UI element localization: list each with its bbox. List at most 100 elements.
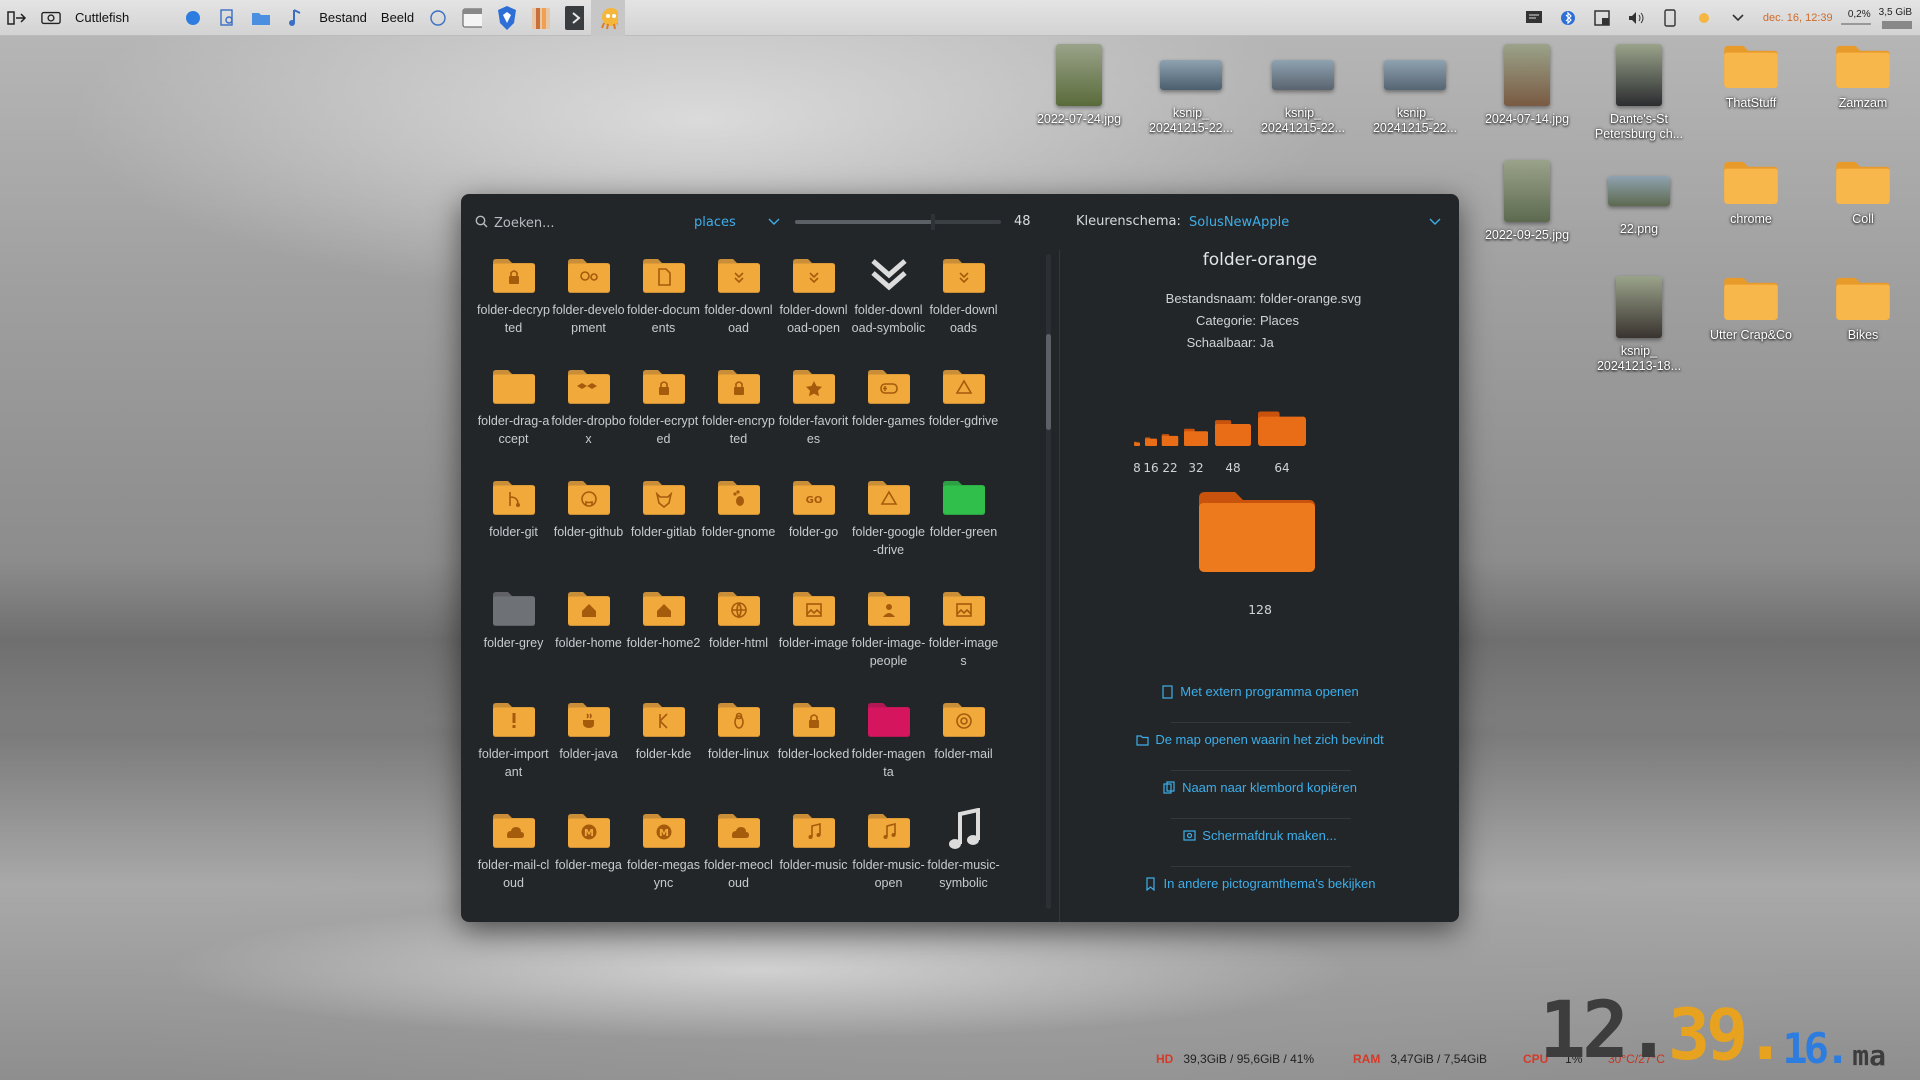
icon-grid-item[interactable]: folder-meocloud (701, 805, 776, 912)
size-slider-handle[interactable] (931, 214, 936, 230)
desktop-icon[interactable]: ksnip_ 20241215-22... (1247, 44, 1359, 136)
system-monitor-mini[interactable]: 0,2% (1840, 9, 1871, 27)
action-link[interactable]: De map openen waarin het zich bevindt (1061, 722, 1459, 747)
icon-grid-item[interactable]: folder-git (476, 472, 551, 583)
brave-launcher[interactable] (489, 0, 523, 36)
desktop-icon[interactable]: Dante's-St Petersburg ch... (1583, 44, 1695, 142)
desktop-icon[interactable]: 22.png (1583, 160, 1695, 237)
blue-dot-launcher[interactable] (176, 0, 210, 36)
action-link[interactable]: Naam naar klembord kopiëren (1061, 770, 1459, 795)
grid-scrollbar[interactable] (1046, 254, 1051, 909)
meta-key: Schaalbaar: (1186, 335, 1256, 350)
notes-icon[interactable] (1524, 8, 1544, 28)
desktop-icon[interactable]: ThatStuff (1695, 44, 1807, 111)
desktop-icon-label: Coll (1852, 212, 1874, 226)
phone-icon[interactable] (1660, 8, 1680, 28)
icon-grid-item[interactable]: folder-decrypted (476, 250, 551, 361)
action-link[interactable]: In andere pictogramthema's bekijken (1061, 866, 1459, 891)
desktop-icon[interactable]: ksnip_ 20241215-22... (1359, 44, 1471, 136)
icon-grid-item[interactable]: folder-html (701, 583, 776, 694)
icon-grid-item[interactable]: folder-kde (626, 694, 701, 805)
weather-sun-icon[interactable] (1694, 8, 1714, 28)
icon-grid-item[interactable]: M folder-megasync (626, 805, 701, 912)
icon-grid-item[interactable]: folder-gitlab (626, 472, 701, 583)
icon-grid-item[interactable]: folder-download-symbolic (851, 250, 926, 361)
icon-grid-item[interactable]: folder-download-open (776, 250, 851, 361)
icon-grid-item[interactable]: folder-downloads (926, 250, 1001, 361)
icon-grid-item[interactable]: folder-encrypted (701, 361, 776, 472)
icon-grid-item[interactable]: folder-image (776, 583, 851, 694)
desktop-icon[interactable]: chrome (1695, 160, 1807, 227)
desktop-icon[interactable]: Utter Crap&Co (1695, 276, 1807, 343)
music-launcher[interactable] (278, 0, 312, 36)
search-doc-launcher[interactable] (210, 0, 244, 36)
icon-grid-item[interactable]: folder-github (551, 472, 626, 583)
icon-grid-item[interactable]: folder-music-open (851, 805, 926, 912)
desktop-icon[interactable]: Bikes (1807, 276, 1919, 343)
desktop-icon[interactable]: 2022-07-24.jpg (1023, 44, 1135, 127)
icon-grid-item[interactable]: folder-games (851, 361, 926, 472)
file-manager-launcher[interactable] (244, 0, 278, 36)
icon-grid-item[interactable]: folder-important (476, 694, 551, 805)
menu-beeld[interactable]: Beeld (374, 0, 421, 36)
action-link[interactable]: Schermafdruk maken... (1061, 818, 1459, 843)
icon-grid-item[interactable]: folder-mail-cloud (476, 805, 551, 912)
icon-grid-item[interactable]: folder-mail (926, 694, 1001, 805)
scrollbar-thumb[interactable] (1046, 334, 1051, 430)
desktop-icon[interactable]: Coll (1807, 160, 1919, 227)
desktop-icon[interactable]: ksnip_ 20241213-18... (1583, 276, 1695, 374)
icon-grid-item[interactable]: M folder-mega (551, 805, 626, 912)
icon-grid-item[interactable]: folder-music-symbolic (926, 805, 1001, 912)
cuttlefish-launcher-active[interactable] (591, 0, 626, 36)
icon-grid-item[interactable]: folder-drag-accept (476, 361, 551, 472)
icon-grid-item[interactable]: folder-grey (476, 583, 551, 694)
terminal-launcher[interactable] (557, 0, 591, 36)
scheme-select[interactable]: SolusNewApple (1181, 208, 1447, 236)
window-launcher[interactable] (455, 0, 489, 36)
icon-grid-item[interactable]: folder-gnome (701, 472, 776, 583)
chevron-down-icon[interactable] (1728, 8, 1748, 28)
panel-toggle-button[interactable] (0, 0, 34, 36)
icon-grid-item[interactable]: folder-music (776, 805, 851, 912)
icon-label: folder-meocloud (704, 858, 773, 890)
icon-grid-item[interactable]: folder-development (551, 250, 626, 361)
icon-grid-item[interactable]: GO folder-go (776, 472, 851, 583)
icon-grid-item[interactable]: folder-documents (626, 250, 701, 361)
panel-clock[interactable]: dec. 16, 12:39 (1763, 12, 1833, 24)
bluetooth-icon[interactable] (1558, 8, 1578, 28)
icon-grid-item[interactable]: folder-linux (701, 694, 776, 805)
desktop-icon[interactable]: 2024-07-14.jpg (1471, 44, 1583, 127)
action-link[interactable]: Met extern programma openen (1061, 684, 1459, 699)
menu-bestand[interactable]: Bestand (312, 0, 374, 36)
screen-icon[interactable] (1592, 8, 1612, 28)
icon-grid-item[interactable]: folder-locked (776, 694, 851, 805)
desktop-icon[interactable]: 2022-09-25.jpg (1471, 160, 1583, 243)
desktop-icon[interactable]: Zamzam (1807, 44, 1919, 111)
icon-grid-item[interactable]: folder-google-drive (851, 472, 926, 583)
icon-grid-item[interactable]: folder-gdrive (926, 361, 1001, 472)
icon-grid-item[interactable]: folder-home2 (626, 583, 701, 694)
icon-grid-item[interactable]: folder-magenta (851, 694, 926, 805)
app-icon-button[interactable] (34, 0, 68, 36)
icon-grid-item[interactable]: folder-home (551, 583, 626, 694)
search-input[interactable]: Zoeken... (475, 212, 675, 234)
icon-grid-item[interactable]: folder-images (926, 583, 1001, 694)
icon-grid-item[interactable]: folder-ecrypted (626, 361, 701, 472)
desktop-icon-label: ksnip_ 20241213-18... (1596, 344, 1682, 373)
size-slider[interactable] (795, 214, 1001, 230)
package-launcher[interactable] (523, 0, 557, 36)
size-previews: 8 16 22 32 48 64 (1133, 411, 1306, 475)
icon-grid-item[interactable]: folder-image-people (851, 583, 926, 694)
volume-icon[interactable] (1626, 8, 1646, 28)
icon-grid-item[interactable]: folder-java (551, 694, 626, 805)
icon-grid-item[interactable]: folder-favorites (776, 361, 851, 472)
icon-grid-item[interactable]: folder-green (926, 472, 1001, 583)
desktop-icon[interactable]: ksnip_ 20241215-22... (1135, 44, 1247, 136)
meta-value: folder-orange.svg (1260, 291, 1362, 306)
icon-grid-item[interactable]: folder-dropbox (551, 361, 626, 472)
category-select[interactable]: places (686, 208, 784, 236)
ram-mini[interactable]: 3,5 GiB (1879, 7, 1912, 29)
icon-grid-item[interactable]: folder-download (701, 250, 776, 361)
icon-label: folder-image-people (851, 636, 926, 668)
circle-launcher[interactable] (421, 0, 455, 36)
